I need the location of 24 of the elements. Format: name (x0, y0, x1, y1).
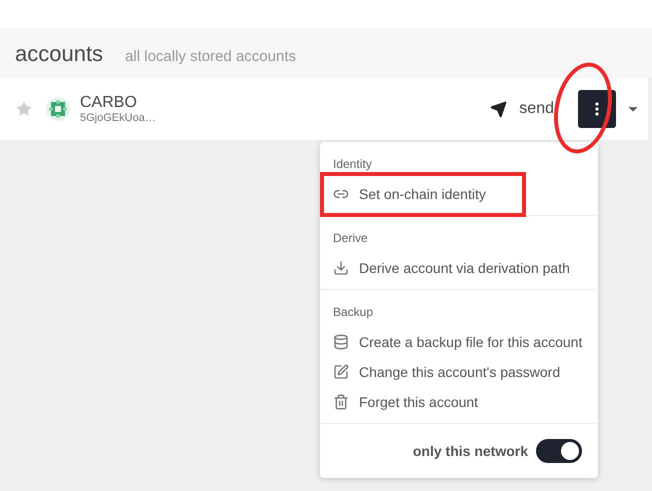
identicon-icon (46, 97, 70, 121)
page-subtitle: all locally stored accounts (125, 46, 296, 66)
edit-icon (333, 364, 349, 380)
account-address: 5GjoGEkUoa… (80, 112, 156, 124)
menu-item[interactable]: Change this account's password (359, 362, 560, 382)
more-icon (595, 102, 599, 116)
send-link[interactable]: send (519, 97, 554, 121)
download-icon (333, 260, 349, 276)
menu-section-title: Identity (333, 156, 373, 173)
menu-item[interactable]: Set on-chain identity (359, 184, 486, 204)
menu-item[interactable]: Derive account via derivation path (359, 258, 570, 278)
menu-section-title: Backup (333, 304, 374, 321)
account-name: CARBO (80, 94, 138, 112)
menu-item[interactable]: Forget this account (359, 392, 478, 412)
menu-section-title: Derive (333, 230, 369, 247)
menu-item[interactable]: Create a backup file for this account (359, 332, 582, 352)
toggle-label: only this network (412, 442, 528, 461)
send-icon (490, 100, 508, 118)
trash-icon (333, 394, 349, 410)
network-toggle[interactable] (536, 439, 582, 463)
favorite-star-icon[interactable] (16, 101, 32, 117)
page-title: accounts (15, 40, 104, 68)
more-button[interactable] (578, 90, 616, 128)
database-icon (333, 334, 349, 350)
